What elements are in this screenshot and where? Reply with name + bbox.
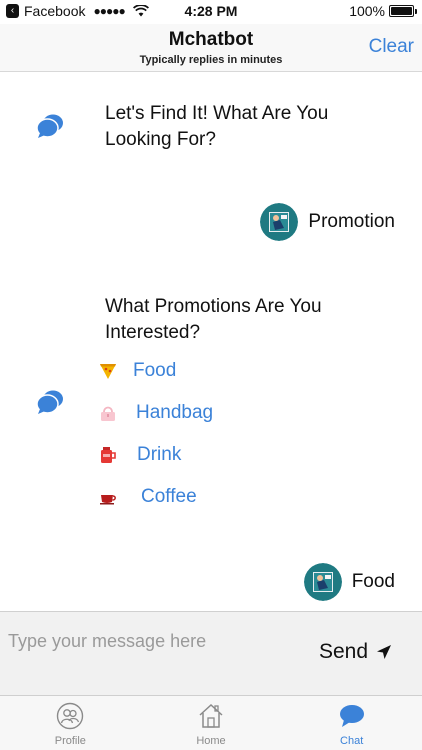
option-label: Drink <box>137 444 182 465</box>
battery-indicator: 100% <box>349 3 417 19</box>
chat-thread: Let's Find It! What Are You Looking For?… <box>0 73 422 611</box>
status-bar: ‹ Facebook ●●●●● 4:28 PM 100% <box>0 0 422 24</box>
tab-label: Profile <box>54 735 86 747</box>
user-avatar <box>303 563 342 601</box>
chat-subtitle: Typically replies in minutes <box>139 54 283 66</box>
tab-chat[interactable]: Chat <box>281 696 422 750</box>
chat-icon <box>339 705 364 727</box>
user-avatar <box>260 203 299 241</box>
message-composer: Send <box>0 611 422 695</box>
option-drink[interactable]: Drink <box>99 444 181 466</box>
pizza-icon <box>100 364 116 379</box>
tab-profile[interactable]: Profile <box>0 696 141 750</box>
send-arrow-icon <box>377 645 391 659</box>
profile-icon <box>57 702 84 730</box>
handbag-icon <box>101 406 115 421</box>
tab-label: Chat <box>340 735 364 747</box>
user-message-text: Food <box>351 571 395 592</box>
message-input[interactable] <box>8 626 288 656</box>
user-message-text: Promotion <box>308 211 395 232</box>
battery-icon <box>389 5 417 17</box>
tab-bar: Profile Home Chat <box>0 695 422 750</box>
option-label: Coffee <box>141 486 197 507</box>
battery-percent: 100% <box>349 3 385 19</box>
coffee-icon <box>100 495 116 505</box>
bot-chat-bubble-icon <box>36 114 63 138</box>
chat-title: Mchatbot <box>168 29 254 50</box>
send-button[interactable]: Send <box>319 640 392 664</box>
home-icon <box>199 703 223 728</box>
drink-icon <box>101 447 116 463</box>
option-coffee[interactable]: Coffee <box>99 486 197 508</box>
bot-message: What Promotions Are You Interested? <box>105 296 322 343</box>
option-food[interactable]: Food <box>99 360 176 382</box>
nav-bar: Mchatbot Typically replies in minutes Cl… <box>0 24 422 72</box>
option-label: Food <box>133 360 177 381</box>
user-message: Promotion <box>260 203 395 241</box>
tab-home[interactable]: Home <box>141 696 282 750</box>
tab-label: Home <box>196 735 226 747</box>
bot-message: Let's Find It! What Are You Looking For? <box>105 103 329 150</box>
user-message: Food <box>303 563 395 601</box>
option-handbag[interactable]: Handbag <box>99 402 213 424</box>
bot-chat-bubble-icon <box>36 390 63 414</box>
send-label: Send <box>318 640 368 663</box>
clear-button[interactable]: Clear <box>369 36 414 58</box>
option-label: Handbag <box>136 402 214 423</box>
